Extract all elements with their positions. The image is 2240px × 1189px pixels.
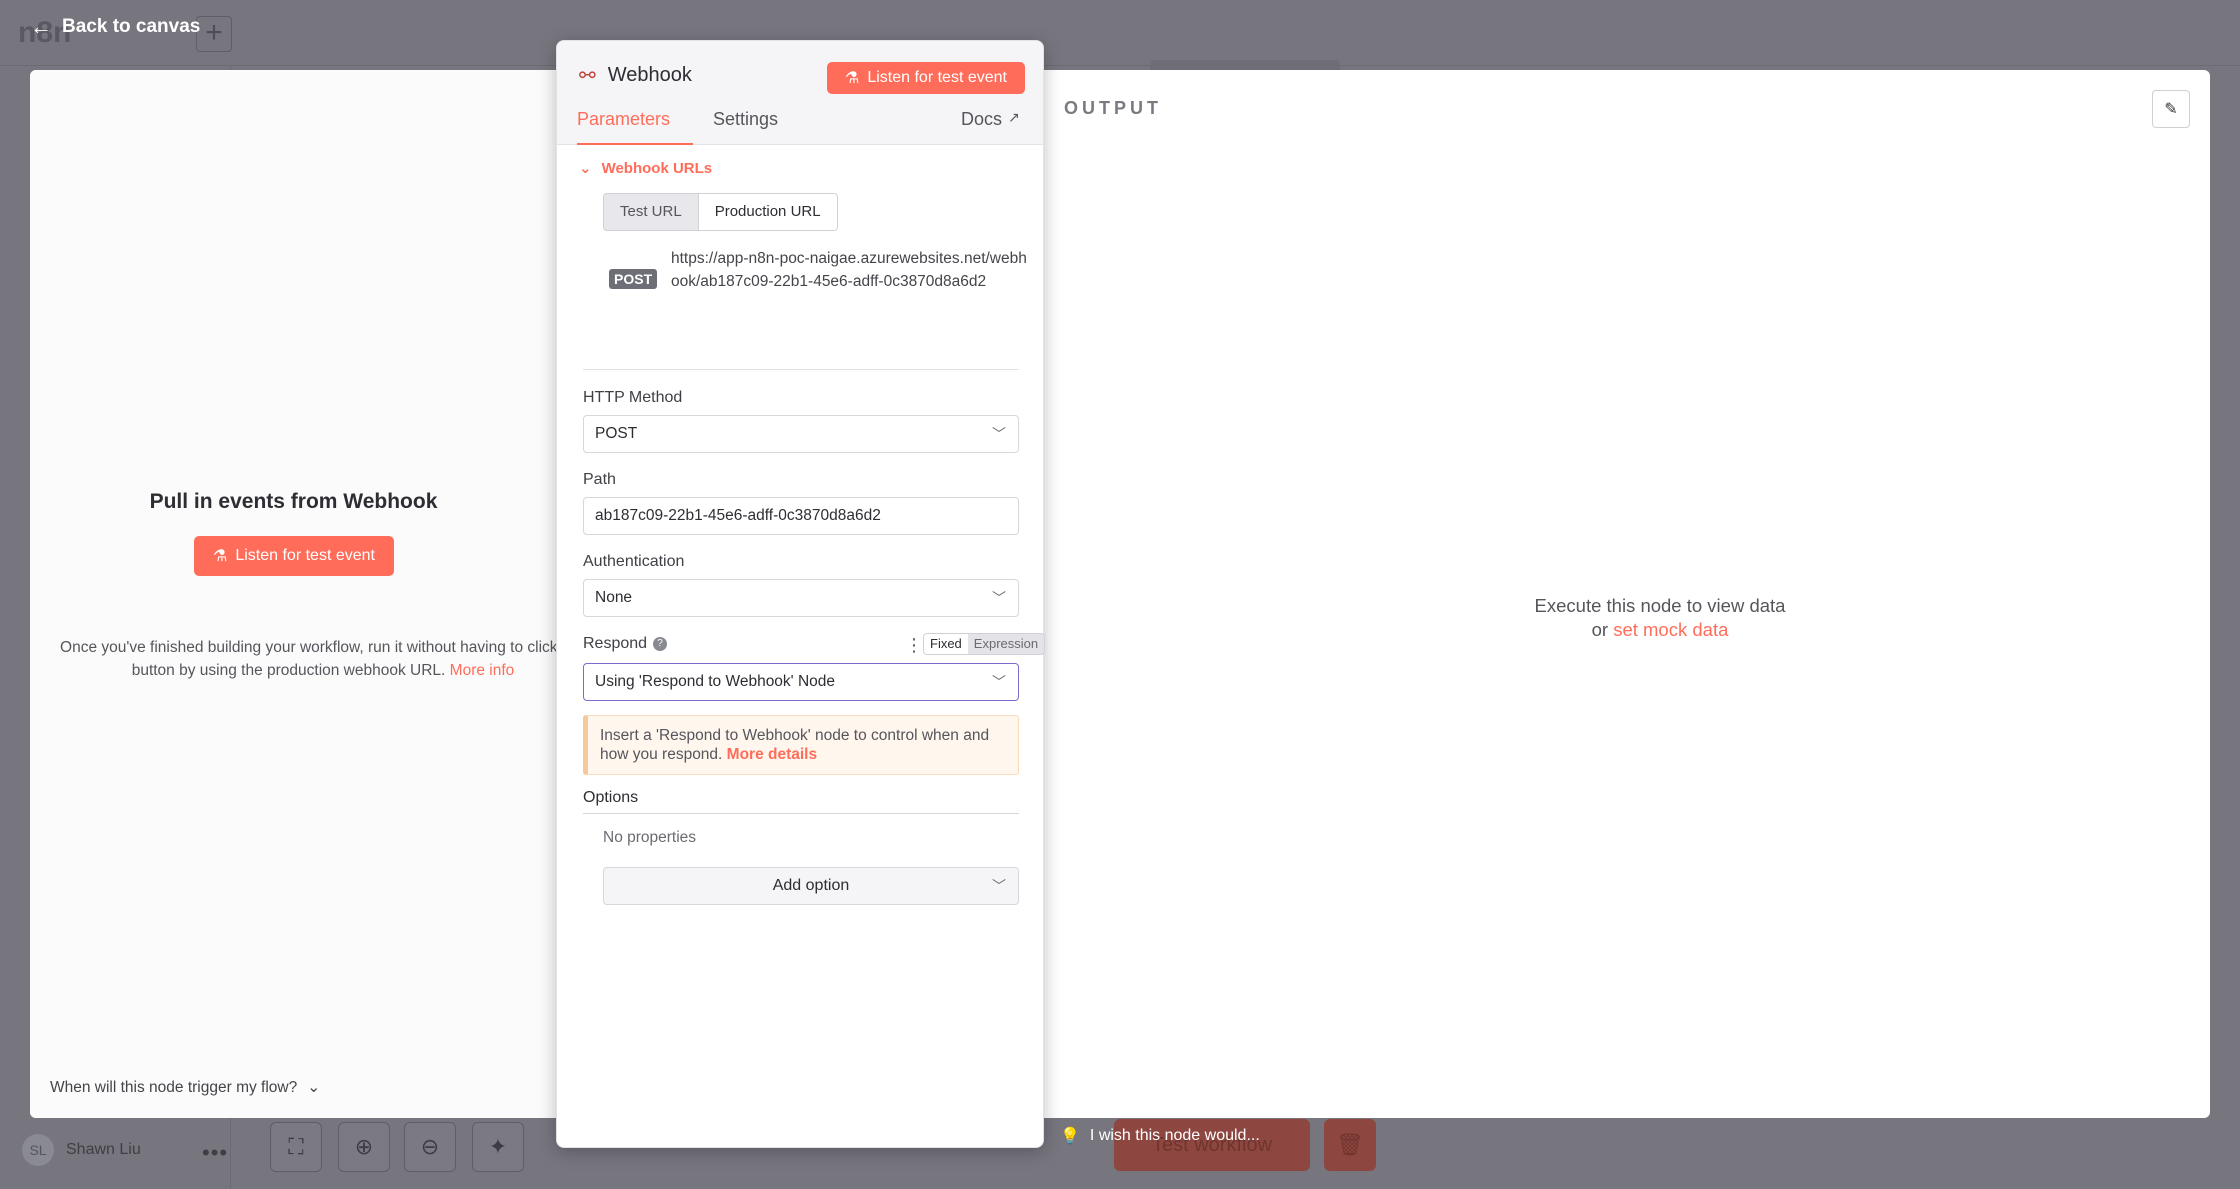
avatar: SL	[22, 1134, 54, 1166]
zoom-in-icon: ⊕	[338, 1122, 390, 1172]
test-url-option[interactable]: Test URL	[604, 194, 698, 230]
back-to-canvas-label: Back to canvas	[62, 16, 201, 37]
output-empty-state: Execute this node to view data or set mo…	[1360, 594, 1960, 642]
node-panel-header: ⚯ Webhook ⚗ Listen for test event Parame…	[557, 41, 1043, 145]
webhook-url[interactable]: https://app-n8n-poc-naigae.azurewebsites…	[671, 247, 1031, 293]
external-link-icon: ↗	[1008, 109, 1020, 125]
input-listen-label: Listen for test event	[235, 547, 375, 564]
chevron-down-icon: ﹀	[992, 426, 1006, 442]
tidy-up-icon: ✦	[472, 1122, 524, 1172]
more-details-link[interactable]: More details	[727, 746, 817, 763]
chevron-down-icon: ⌄	[307, 1079, 321, 1096]
fixed-option[interactable]: Fixed	[924, 634, 968, 654]
tab-parameters[interactable]: Parameters	[577, 109, 693, 145]
http-method-value: POST	[595, 425, 638, 442]
lightbulb-icon: 💡	[1060, 1128, 1080, 1145]
webhook-icon: ⚯	[579, 65, 596, 87]
respond-label: Respond	[583, 635, 648, 652]
kebab-menu-icon[interactable]: ⋮	[905, 635, 923, 655]
more-info-link[interactable]: More info	[450, 662, 515, 679]
docs-label: Docs	[961, 109, 1003, 129]
authentication-label: Authentication	[583, 553, 685, 570]
node-details-view: Pull in events from Webhook ⚗ Listen for…	[30, 70, 2210, 1118]
node-settings-panel: ⚯ Webhook ⚗ Listen for test event Parame…	[556, 40, 1046, 1148]
node-panel-tabs: Parameters Settings Docs ↗	[557, 109, 1043, 145]
production-url-option[interactable]: Production URL	[697, 194, 837, 230]
chevron-down-icon: ⌄	[579, 160, 592, 177]
divider	[583, 369, 1019, 370]
node-listen-label: Listen for test event	[867, 69, 1007, 86]
tab-settings[interactable]: Settings	[713, 109, 778, 145]
set-mock-data-link[interactable]: set mock data	[1613, 619, 1728, 640]
flask-icon: ⚗	[213, 548, 228, 565]
add-option-button[interactable]: Add option ﹀	[603, 867, 1019, 905]
authentication-value: None	[595, 589, 633, 606]
add-workflow-button: +	[196, 16, 232, 52]
feedback-link[interactable]: 💡 I wish this node would...	[1060, 1126, 1260, 1146]
path-value: ab187c09-22b1-45e6-adff-0c3870d8a6d2	[595, 507, 881, 524]
arrow-left-icon: ←	[30, 14, 52, 39]
output-pane-label: OUTPUT	[1064, 98, 1162, 118]
input-listen-button[interactable]: ⚗ Listen for test event	[194, 536, 394, 576]
feedback-label: I wish this node would...	[1089, 1127, 1260, 1144]
respond-label-row: Respond? ⋮ Fixed Expression	[583, 633, 1046, 657]
respond-select[interactable]: Using 'Respond to Webhook' Node ﹀	[583, 663, 1019, 701]
chevron-down-icon: ﹀	[992, 590, 1006, 606]
path-label: Path	[583, 471, 616, 488]
docs-link[interactable]: Docs ↗	[961, 109, 1020, 130]
options-label: Options	[583, 789, 639, 806]
flask-icon: ⚗	[845, 70, 860, 87]
path-input[interactable]: ab187c09-22b1-45e6-adff-0c3870d8a6d2	[583, 497, 1019, 535]
edit-output-button[interactable]: ✎	[2152, 90, 2190, 128]
canvas-topbar	[0, 0, 2240, 66]
node-title-text[interactable]: Webhook	[608, 64, 692, 87]
no-properties-text: No properties	[603, 829, 697, 846]
chevron-down-icon: ﹀	[992, 878, 1006, 894]
trigger-question-label: When will this node trigger my flow?	[50, 1078, 298, 1096]
respond-value: Using 'Respond to Webhook' Node	[595, 673, 836, 690]
input-help-text: Once you've finished building your workf…	[48, 636, 598, 682]
input-pane-title: Pull in events from Webhook	[149, 490, 438, 513]
options-divider	[583, 813, 1019, 814]
back-to-canvas-link[interactable]: ← Back to canvas	[30, 14, 200, 40]
zoom-out-icon: ⊖	[404, 1122, 456, 1172]
user-name: Shawn Liu	[66, 1141, 141, 1158]
trash-icon: 🗑	[1324, 1119, 1376, 1171]
trigger-question-toggle[interactable]: When will this node trigger my flow? ⌄	[50, 1078, 320, 1097]
authentication-select[interactable]: None ﹀	[583, 579, 1019, 617]
expression-option[interactable]: Expression	[968, 634, 1044, 654]
webhook-urls-toggle[interactable]: ⌄ Webhook URLs	[579, 159, 713, 178]
method-badge: POST	[609, 269, 658, 289]
output-or-text: or	[1591, 619, 1609, 640]
user-menu: SL Shawn Liu	[22, 1134, 141, 1166]
http-method-select[interactable]: POST ﹀	[583, 415, 1019, 453]
url-type-toggle: Test URL Production URL	[603, 193, 838, 231]
node-title: ⚯ Webhook	[579, 63, 692, 88]
node-listen-button[interactable]: ⚗ Listen for test event	[827, 62, 1025, 94]
output-empty-text: Execute this node to view data	[1534, 595, 1786, 616]
help-icon[interactable]: ?	[653, 636, 668, 651]
webhook-urls-label: Webhook URLs	[601, 159, 713, 177]
chevron-down-icon: ﹀	[992, 674, 1006, 690]
user-options-icon: •••	[202, 1140, 229, 1165]
http-method-label: HTTP Method	[583, 389, 683, 406]
fixed-expression-toggle: Fixed Expression	[923, 633, 1046, 655]
respond-notice: Insert a 'Respond to Webhook' node to co…	[583, 715, 1019, 775]
fit-view-icon: ⛶	[270, 1122, 322, 1172]
input-pane: Pull in events from Webhook ⚗ Listen for…	[30, 70, 586, 1118]
add-option-label: Add option	[772, 877, 850, 894]
pencil-icon: ✎	[2164, 101, 2178, 118]
